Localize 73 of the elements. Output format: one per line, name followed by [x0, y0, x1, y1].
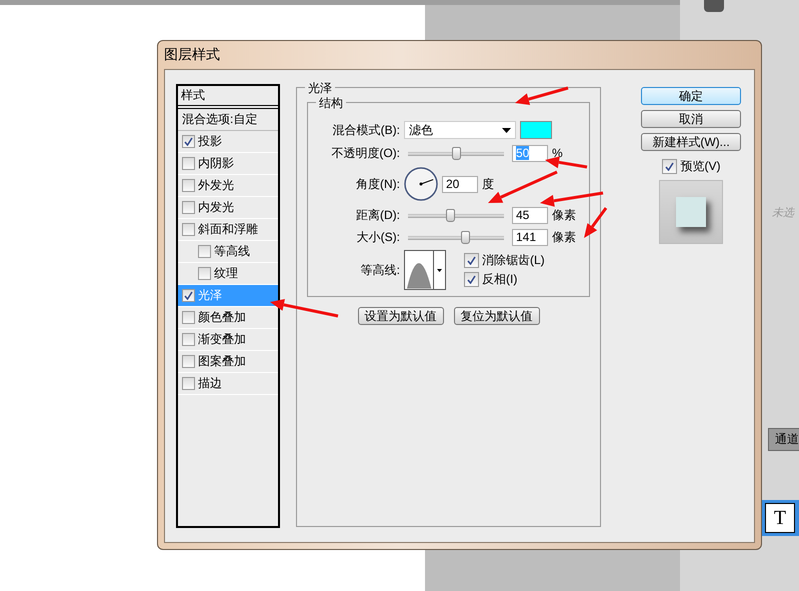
info-button[interactable]: [704, 0, 724, 12]
field-label: 混合模式(B):: [332, 122, 400, 138]
caret-icon: [502, 128, 511, 132]
unit-label: 像素: [552, 206, 576, 224]
slider-thumb[interactable]: [452, 146, 461, 160]
blend-mode-dropdown[interactable]: 滤色: [404, 121, 516, 139]
value-field[interactable]: 45: [512, 206, 548, 224]
dialog-button[interactable]: 取消: [641, 110, 741, 128]
field-label: 等高线:: [360, 262, 400, 278]
slider-thumb[interactable]: [446, 208, 456, 222]
checkmark-icon: [467, 256, 476, 265]
field-label: 距离(D):: [355, 206, 400, 224]
checkbox-label[interactable]: 消除锯齿(L): [482, 252, 545, 269]
style-list-item[interactable]: 内阴影: [198, 155, 234, 172]
value-field[interactable]: 20: [442, 176, 478, 192]
contour-picker[interactable]: [404, 250, 446, 290]
checkbox[interactable]: [464, 253, 479, 268]
channels-tab[interactable]: 通道: [768, 428, 799, 451]
angle-dial[interactable]: [404, 167, 438, 201]
checkbox[interactable]: [198, 267, 211, 280]
field-label: 不透明度(O):: [330, 144, 400, 162]
reset-button[interactable]: 设置为默认值: [358, 307, 444, 325]
checkbox[interactable]: [182, 289, 195, 302]
style-list-item[interactable]: 渐变叠加: [198, 331, 246, 348]
unit-label: 像素: [552, 228, 576, 246]
arrow-annotation: [545, 156, 588, 168]
checkbox[interactable]: [464, 272, 479, 287]
checkbox[interactable]: [198, 245, 211, 258]
checkbox[interactable]: [662, 159, 676, 174]
style-list-item[interactable]: 内发光: [198, 199, 234, 216]
checkbox[interactable]: [182, 179, 195, 192]
list-header: 样式: [178, 86, 278, 109]
arrow-annotation: [515, 86, 568, 105]
checkbox[interactable]: [182, 223, 195, 236]
field-label: 大小(S):: [356, 228, 400, 246]
preview-thumbnail: [659, 180, 723, 244]
color-swatch[interactable]: [520, 121, 552, 139]
reset-button[interactable]: 复位为默认值: [454, 307, 540, 325]
style-list-item[interactable]: 描边: [198, 375, 222, 392]
style-list-item[interactable]: 斜面和浮雕: [198, 221, 258, 238]
dialog-button[interactable]: 新建样式(W)...: [641, 133, 741, 151]
layer-hint: 未选: [772, 206, 794, 220]
style-list-item[interactable]: 纹理: [214, 265, 238, 282]
checkmark-icon: [467, 275, 476, 284]
checkbox[interactable]: [182, 333, 195, 346]
checkbox[interactable]: [182, 355, 195, 368]
unit-label: 度: [482, 176, 494, 192]
checkbox[interactable]: [182, 135, 195, 148]
preview-label[interactable]: 预览(V): [680, 158, 720, 175]
arrow-annotation: [270, 298, 338, 318]
style-list-item[interactable]: 混合选项:自定: [178, 109, 278, 131]
unit-label: %: [552, 146, 563, 160]
slider-thumb[interactable]: [460, 230, 470, 244]
value-field[interactable]: 141: [512, 228, 548, 246]
checkbox[interactable]: [182, 311, 195, 324]
style-list-item[interactable]: 外发光: [198, 177, 234, 194]
style-list-item[interactable]: 投影: [198, 133, 222, 150]
field-label: 角度(N):: [355, 176, 400, 192]
checkbox[interactable]: [182, 201, 195, 214]
style-list-item[interactable]: 图案叠加: [198, 353, 246, 370]
checkmark-icon: [664, 162, 674, 171]
caret-icon[interactable]: [433, 251, 445, 289]
checkbox-label[interactable]: 反相(I): [482, 271, 518, 288]
checkmark-icon: [184, 291, 193, 300]
checkmark-icon: [184, 137, 193, 146]
checkbox[interactable]: [182, 377, 195, 390]
dialog-button[interactable]: 确定: [641, 87, 741, 105]
group-title: 结构: [316, 95, 346, 112]
window-title: 图层样式: [164, 46, 220, 64]
style-list-item[interactable]: 颜色叠加: [198, 309, 246, 326]
checkbox[interactable]: [182, 157, 195, 170]
style-list-item[interactable]: 等高线: [214, 243, 250, 260]
group-title: 光泽: [305, 80, 335, 97]
